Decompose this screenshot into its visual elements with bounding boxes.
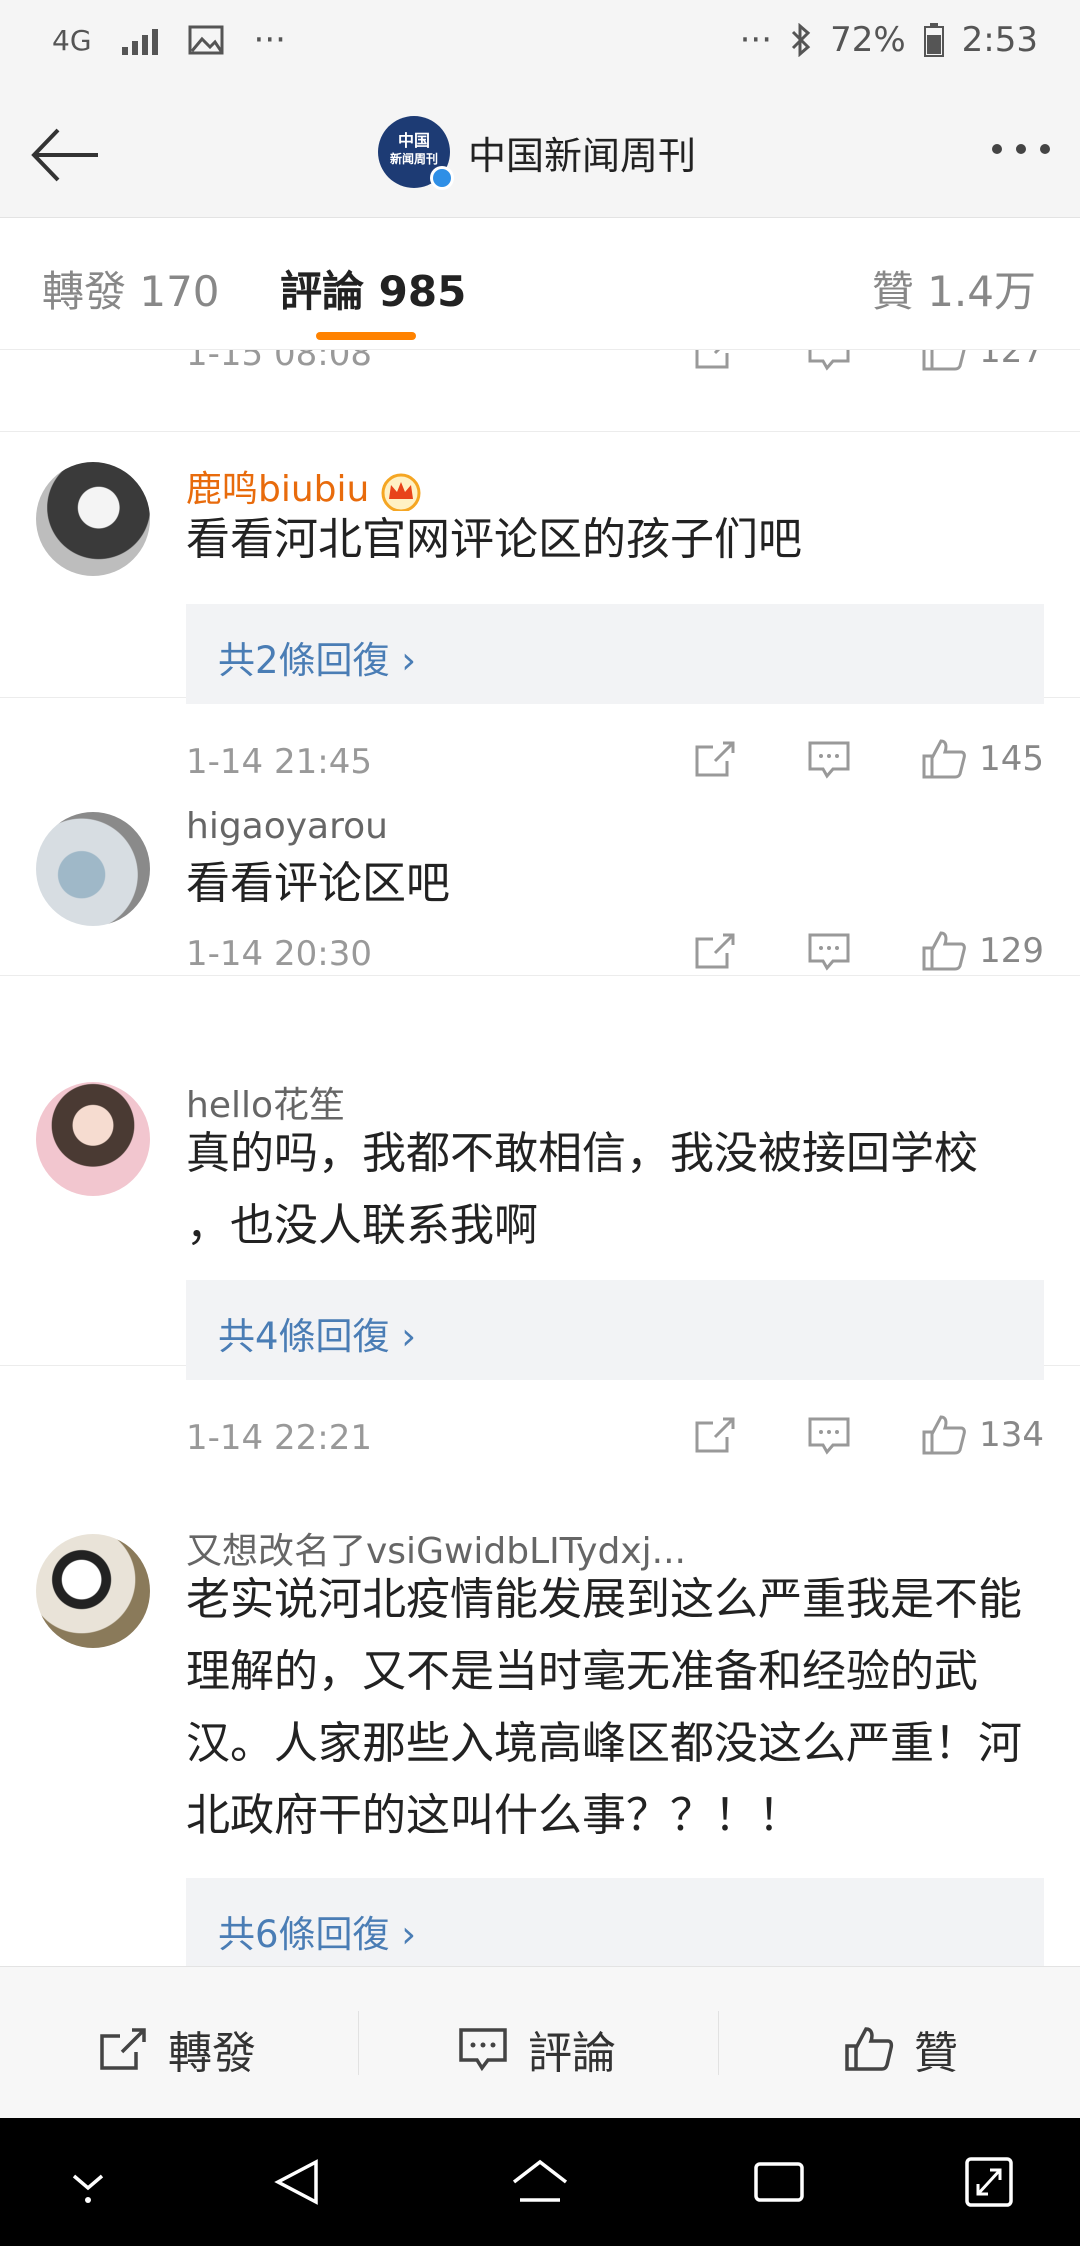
replies-link[interactable]: 共4條回復 › [186, 1280, 1044, 1380]
rotate-screen-icon[interactable] [964, 2156, 1014, 2208]
like-count: 134 [979, 1415, 1044, 1455]
comment-button[interactable]: 評論 [458, 2017, 616, 2081]
share-icon [100, 2028, 146, 2070]
hide-keyboard-icon[interactable] [66, 2156, 110, 2208]
repost-action[interactable] [693, 931, 737, 971]
system-nav-bar [0, 2118, 1080, 2246]
more-options-icon[interactable] [992, 144, 1050, 154]
divider [358, 2011, 359, 2075]
back-arrow-icon[interactable] [28, 120, 104, 190]
comment-item: 又想改名了vsiGwidbLITydxj... 老实说河北疫情能发展到这么严重我… [0, 1500, 1080, 1966]
share-icon [695, 1417, 735, 1453]
tab-likes[interactable]: 贊 1.4万 [872, 258, 1036, 319]
more-status: ··· [739, 20, 773, 60]
like-count: 127 [979, 350, 1044, 371]
tab-comments[interactable]: 評論 985 [280, 258, 466, 319]
user-avatar[interactable] [36, 812, 150, 926]
comment-icon [808, 1417, 850, 1455]
comment-text: 老实说河北疫情能发展到这么严重我是不能理解的，又不是当时毫无准备和经验的武汉。人… [186, 1574, 1022, 1841]
comment-time: 1-14 20:30 [186, 934, 372, 974]
share-icon [695, 933, 735, 969]
recent-apps-icon[interactable] [752, 2156, 806, 2208]
thumbs-up-icon [922, 1415, 966, 1455]
comment-meta: 1-14 20:30 129 [186, 930, 1044, 980]
like-action[interactable]: 134 [921, 1414, 1044, 1456]
comment-icon [808, 350, 850, 371]
active-tab-indicator [316, 332, 416, 340]
thumbs-up-icon [845, 2027, 894, 2071]
comment-list[interactable]: 1-15 08:08 127 鹿鸣biubiu 看看河北官网评论区的孩子们吧 共… [0, 350, 1080, 1966]
tab-repost[interactable]: 轉發 170 [42, 258, 220, 319]
comment-meta: 1-14 21:45 145 [186, 738, 1044, 788]
comment-username[interactable]: higaoyarou [186, 806, 388, 847]
back-nav-icon[interactable] [272, 2156, 322, 2208]
user-avatar[interactable] [36, 1082, 150, 1196]
like-action[interactable]: 145 [921, 738, 1044, 780]
comment-time: 1-14 22:21 [186, 1418, 372, 1458]
verified-badge-icon [430, 166, 454, 190]
comment-icon [808, 933, 850, 971]
repost-action[interactable] [693, 739, 737, 779]
app-header: 中国 新闻周刊 中国新闻周刊 [0, 90, 1080, 218]
comment-meta: 1-14 22:21 134 [186, 1414, 1044, 1464]
thumbs-up-icon [922, 739, 966, 779]
like-count: 145 [979, 739, 1044, 779]
home-nav-icon[interactable] [510, 2156, 570, 2208]
battery-percent: 72% [830, 20, 906, 60]
replies-link[interactable]: 共2條回復 › [186, 604, 1044, 704]
thumbs-up-icon [922, 931, 966, 971]
replies-link[interactable]: 共6條回復 › [186, 1878, 1044, 1966]
like-action[interactable]: 127 [921, 350, 1044, 372]
comment-text: 看看河北官网评论区的孩子们吧 [186, 514, 802, 565]
gallery-icon [188, 25, 224, 55]
comment-time: 1-15 08:08 [186, 350, 372, 374]
comment-icon [459, 2028, 507, 2072]
comment-action[interactable] [807, 1415, 851, 1455]
status-bar: 4G ··· ··· 72% 2:53 [0, 0, 1080, 90]
thumbs-up-icon [922, 350, 966, 371]
network-indicator: 4G [52, 23, 92, 57]
like-action[interactable]: 129 [921, 930, 1044, 972]
comment-text: 看看评论区吧 [186, 858, 450, 909]
repost-action[interactable] [693, 1415, 737, 1455]
user-avatar[interactable] [36, 462, 150, 576]
share-icon [695, 741, 735, 777]
comment-action[interactable] [807, 931, 851, 971]
comment-time: 1-14 21:45 [186, 742, 372, 782]
comment-action[interactable] [807, 739, 851, 779]
like-count: 129 [979, 931, 1044, 971]
clock: 2:53 [961, 20, 1038, 60]
divider [718, 2011, 719, 2075]
tab-bar: 轉發 170 評論 985 贊 1.4万 [0, 218, 1080, 350]
more-notifications: ··· [253, 20, 286, 60]
comment-item: hello花笙 真的吗，我都不敢相信，我没被接回学校 ，也没人联系我啊 共4條回… [0, 1050, 1080, 1458]
comment-text: 真的吗，我都不敢相信，我没被接回学校 ，也没人联系我啊 [186, 1128, 978, 1251]
repost-action[interactable] [693, 350, 737, 371]
repost-button[interactable]: 轉發 [98, 2017, 256, 2081]
share-icon [695, 350, 729, 369]
comment-item: 鹿鸣biubiu 看看河北官网评论区的孩子们吧 共2條回復 › 1-14 21:… [0, 432, 1080, 782]
account-header[interactable]: 中国 新闻周刊 中国新闻周刊 [378, 116, 696, 190]
bluetooth-icon [792, 23, 811, 57]
comment-icon [808, 741, 850, 779]
bottom-action-bar: 轉發 評論 贊 [0, 1966, 1080, 2118]
comment-meta: 1-15 08:08 127 [186, 350, 1044, 380]
like-button[interactable]: 贊 [844, 2017, 958, 2081]
battery-icon [923, 23, 944, 57]
signal-icon [121, 25, 158, 55]
account-name[interactable]: 中国新闻周刊 [468, 125, 696, 180]
comment-action[interactable] [807, 350, 851, 371]
comment-item: 1-15 08:08 127 [0, 350, 1080, 432]
account-avatar[interactable]: 中国 新闻周刊 [378, 116, 454, 190]
comment-item: higaoyarou 看看评论区吧 1-14 20:30 129 [0, 798, 1080, 976]
user-avatar[interactable] [36, 1534, 150, 1648]
